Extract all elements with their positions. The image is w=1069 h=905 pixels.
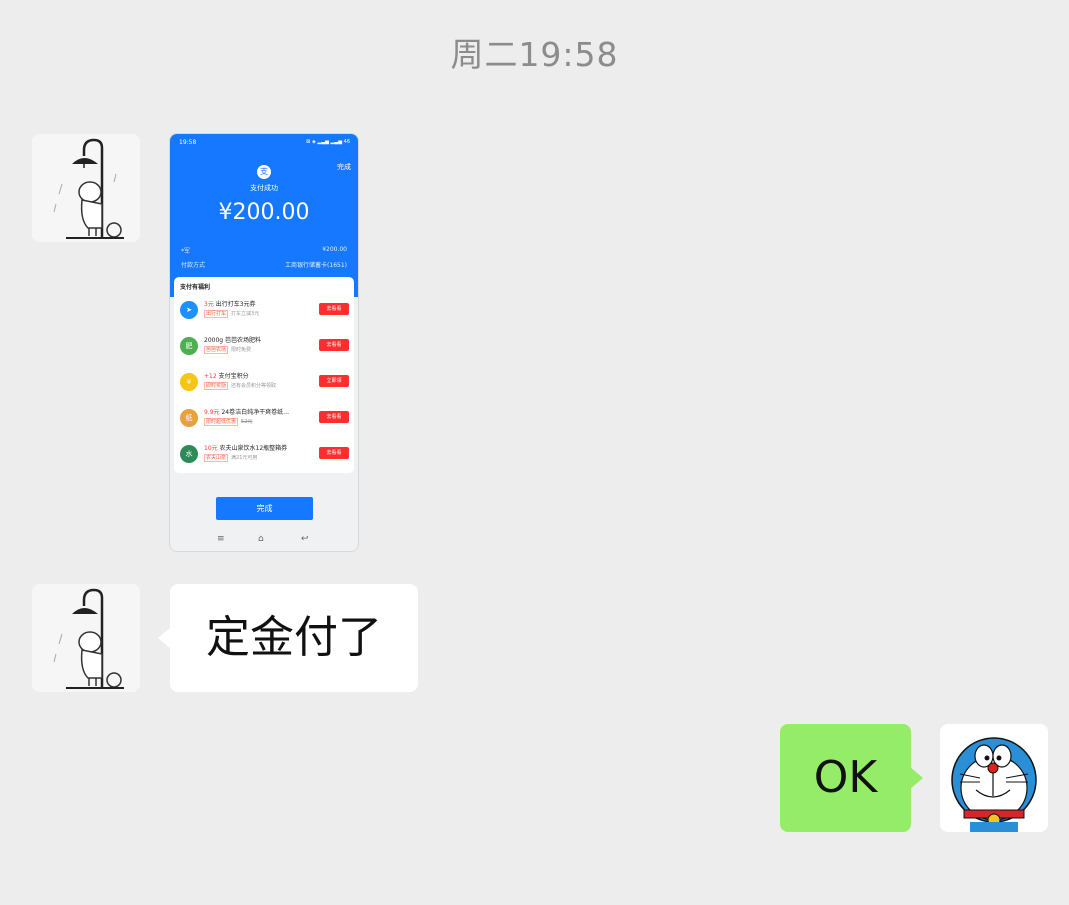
benefit-highlight: 9.9元 — [204, 409, 220, 416]
points-icon: ¥ — [180, 373, 198, 391]
benefit-tag: 即时奖励 — [204, 382, 229, 390]
status-bar-time: 19:58 — [179, 139, 197, 146]
payment-method-value: 工商银行储蓄卡(1651) — [285, 262, 347, 269]
benefit-item: 纸 9.9元 24卷洁白纯净干爽卷纸… 限时超低优惠 52元 去看看 — [174, 403, 354, 433]
sketch-avatar-icon — [32, 134, 140, 242]
payee-label: *军 — [181, 248, 191, 255]
tissue-icon: 纸 — [180, 409, 198, 427]
benefit-subtitle: 限时免费 — [231, 347, 252, 353]
benefit-subtitle: 满21元可用 — [231, 455, 258, 461]
benefit-highlight: 10元 — [204, 445, 218, 452]
benefit-subtitle: 还有会员积分等领取 — [231, 383, 277, 389]
benefits-card: 支付有福利 ➤ 3元 出行打车3元券 出行打车 打车立减3元 去看看 肥 2000… — [174, 277, 354, 473]
menu-icon: ≡ — [217, 534, 225, 544]
my-avatar[interactable] — [940, 724, 1048, 832]
benefit-title: 支付宝积分 — [216, 373, 249, 380]
benefit-subtitle: 打车立减3元 — [231, 311, 260, 317]
benefit-button: 立即领 — [319, 375, 349, 387]
contact-avatar[interactable] — [32, 584, 140, 692]
benefit-title: 出行打车3元券 — [213, 301, 256, 308]
image-message-payment-screenshot[interactable]: 19:58 ⊠ ◈ ▂▃▅ ▂▃▅ 46 完成 支 支付成功 ¥200.00 *… — [170, 134, 358, 551]
back-icon: ↩ — [301, 534, 309, 544]
sketch-avatar-icon — [32, 584, 140, 692]
benefit-button: 去看看 — [319, 339, 349, 351]
benefit-subtitle: 52元 — [241, 419, 253, 425]
incoming-text-message[interactable]: 定金付了 — [158, 584, 418, 692]
payment-method-label: 付款方式 — [181, 262, 206, 269]
payment-amount: ¥200.00 — [218, 200, 310, 225]
contact-avatar[interactable] — [32, 134, 140, 242]
outgoing-text-message[interactable]: OK — [780, 724, 923, 832]
benefit-item: 肥 2000g 芭芭农场肥料 芭芭农场 限时免费 去看看 — [174, 331, 354, 361]
fertilizer-icon: 肥 — [180, 337, 198, 355]
benefit-title: 农夫山泉饮水12瓶整箱券 — [217, 445, 288, 452]
water-icon: 水 — [180, 445, 198, 463]
payment-status: 支付成功 — [250, 184, 278, 192]
done-button: 完成 — [216, 497, 313, 520]
taxi-coupon-icon: ➤ — [180, 301, 198, 319]
benefit-item: ➤ 3元 出行打车3元券 出行打车 打车立减3元 去看看 — [174, 295, 354, 325]
benefits-title: 支付有福利 — [180, 284, 211, 291]
benefit-item: 水 10元 农夫山泉饮水12瓶整箱券 农夫山泉 满21元可用 去看看 — [174, 439, 354, 469]
benefit-title: 2000g 芭芭农场肥料 — [204, 337, 261, 344]
benefit-title: 24卷洁白纯净干爽卷纸… — [219, 409, 290, 416]
doraemon-avatar-icon — [940, 724, 1048, 832]
payee-amount: ¥200.00 — [322, 246, 347, 253]
benefit-highlight: +12 — [204, 373, 217, 380]
benefit-tag: 农夫山泉 — [204, 454, 229, 462]
message-timestamp: 周二19:58 — [450, 35, 619, 74]
phone-nav-bar: ≡ ⌂ ↩ — [170, 534, 358, 548]
benefit-button: 去看看 — [319, 303, 349, 315]
benefit-item: ¥ +12 支付宝积分 即时奖励 还有会员积分等领取 立即领 — [174, 367, 354, 397]
benefit-tag: 出行打车 — [204, 310, 229, 318]
home-icon: ⌂ — [258, 534, 264, 544]
benefit-button: 去看看 — [319, 411, 349, 423]
benefit-highlight: 3元 — [204, 301, 214, 308]
benefit-tag: 限时超低优惠 — [204, 418, 239, 426]
benefit-button: 去看看 — [319, 447, 349, 459]
alipay-icon: 支 — [257, 165, 271, 179]
chat-window: 周二19:58 19:58 ⊠ ◈ ▂▃▅ ▂▃▅ 46 完成 支 支付成功 ¥… — [0, 0, 1069, 905]
benefit-tag: 芭芭农场 — [204, 346, 229, 354]
status-bar-icons: ⊠ ◈ ▂▃▅ ▂▃▅ 46 — [306, 139, 350, 145]
payment-header: 19:58 ⊠ ◈ ▂▃▅ ▂▃▅ 46 完成 支 支付成功 ¥200.00 *… — [170, 134, 358, 297]
done-link: 完成 — [337, 163, 351, 171]
